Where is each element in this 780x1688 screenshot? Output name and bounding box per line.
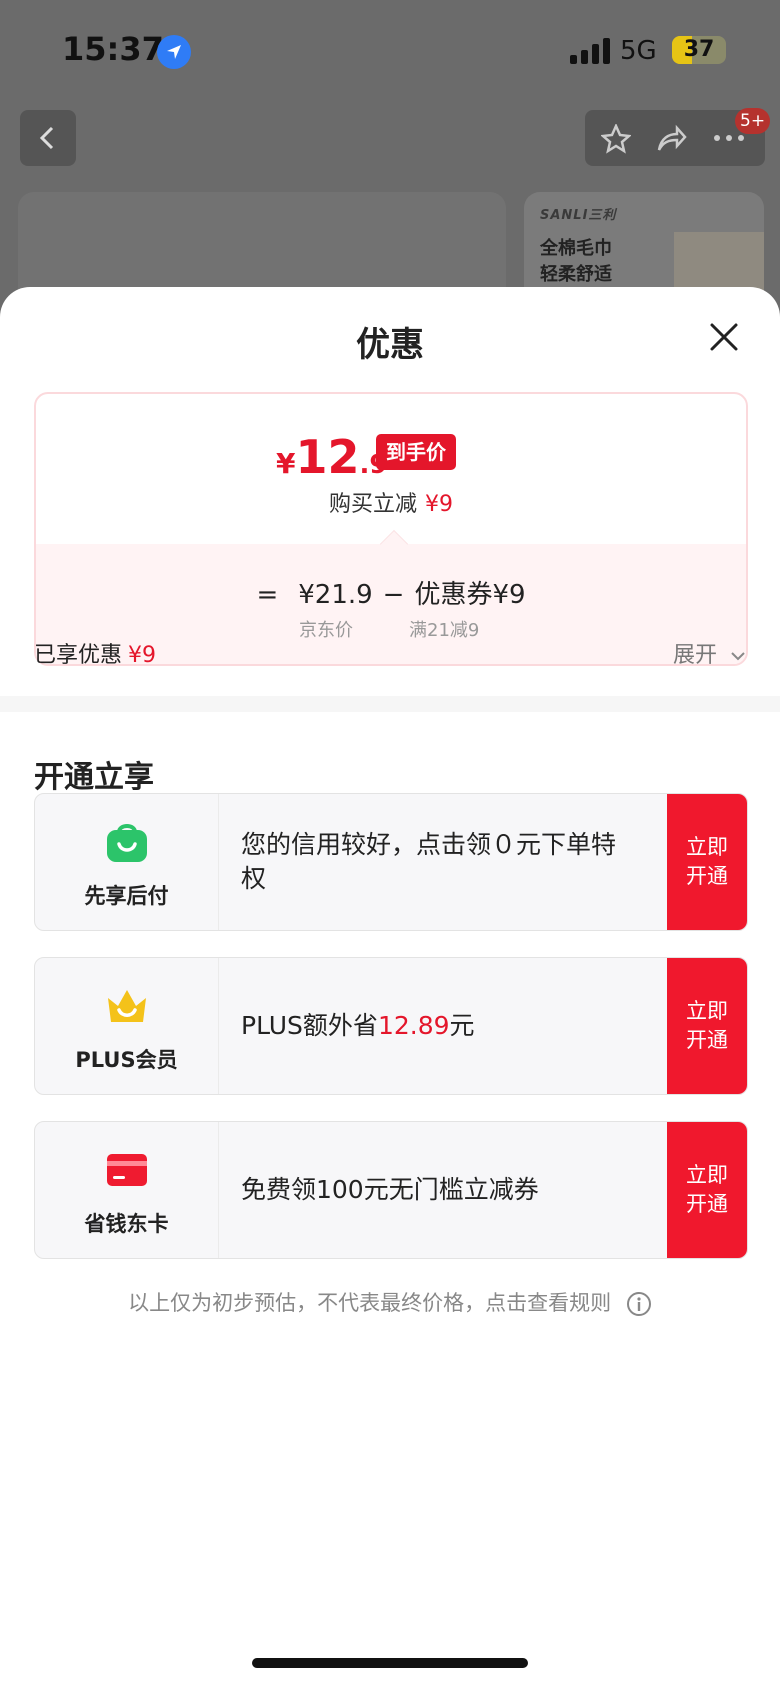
offer-text-unit: 元: [449, 1011, 475, 1040]
enjoyed-discount-row: 已享优惠 ¥9 展开: [34, 637, 746, 677]
currency-symbol: ¥: [276, 447, 296, 480]
final-price: ¥12.9: [276, 430, 387, 484]
reduction-label: 购买立减: [328, 492, 417, 517]
more-icon[interactable]: [713, 134, 745, 142]
final-price-tag: 到手价: [376, 434, 456, 470]
star-icon[interactable]: [601, 124, 631, 154]
enjoyed-discount: 已享优惠 ¥9: [34, 637, 156, 669]
product-tagline-2: 轻柔舒适: [540, 264, 612, 285]
chevron-left-icon: [39, 126, 54, 150]
brand-logo: SANLI三利: [540, 208, 617, 223]
expand-label: 展开: [672, 643, 717, 668]
enjoyed-amount: ¥9: [128, 643, 157, 668]
message-count-badge: 5+: [735, 108, 771, 134]
battery-icon: 37: [672, 36, 726, 64]
offer-name: 省钱东卡: [84, 1212, 169, 1236]
offer-card-saver[interactable]: 省钱东卡 免费领100元无门槛立减券 立即 开通: [34, 1121, 748, 1259]
status-time: 15:37: [62, 30, 164, 68]
battery-level: 37: [683, 37, 715, 62]
price-breakdown-card: ¥12.9 到手价 购买立减 ¥9 = ¥21.9− 优惠券¥9 京东价 满21减9: [34, 392, 748, 666]
reduction-amount: ¥9: [425, 492, 453, 517]
location-arrow-icon: [157, 35, 191, 69]
status-bar: 15:37 5G 37: [0, 0, 780, 100]
offer-text: 免费领100元无门槛立减券: [241, 1175, 539, 1204]
offer-description: 免费领100元无门槛立减券: [241, 1122, 631, 1258]
activate-button[interactable]: 立即 开通: [667, 958, 747, 1094]
offer-text: PLUS额外省: [241, 1011, 378, 1040]
offer-text: 您的信用较好，点击领０元下单特权: [241, 830, 617, 893]
crown-icon: [108, 990, 146, 1022]
offer-description: PLUS额外省12.89元: [241, 958, 631, 1094]
price-formula: = ¥21.9− 优惠券¥9: [36, 574, 746, 611]
offer-brand: 先享后付: [35, 794, 219, 930]
back-button[interactable]: [20, 110, 76, 166]
offer-card-pay-later[interactable]: 先享后付 您的信用较好，点击领０元下单特权 立即 开通: [34, 793, 748, 931]
offer-brand: 省钱东卡: [35, 1122, 219, 1258]
equals-sign: =: [256, 580, 279, 610]
chevron-down-icon: [731, 652, 745, 661]
instant-reduction: 购买立减 ¥9: [36, 486, 746, 518]
signal-icon: [570, 38, 612, 64]
jd-price: ¥21.9: [298, 580, 373, 610]
activate-button[interactable]: 立即 开通: [667, 794, 747, 930]
offer-card-plus[interactable]: PLUS会员 PLUS额外省12.89元 立即 开通: [34, 957, 748, 1095]
share-icon[interactable]: [655, 124, 687, 154]
enjoyed-label: 已享优惠: [34, 643, 123, 668]
section-title: 开通立享: [34, 760, 154, 795]
discount-sheet: 优惠 ¥12.9 到手价 购买立减 ¥9 = ¥21.9− 优惠券¥9 京东价 满21…: [0, 287, 780, 1688]
saving-amount: 12.89: [377, 1011, 450, 1040]
disclaimer-text: 以上仅为初步预估，不代表最终价格，点击查看规则: [128, 1291, 612, 1315]
product-tagline: 全棉毛巾: [540, 238, 612, 259]
section-divider: [0, 696, 780, 712]
network-type: 5G: [620, 36, 657, 66]
home-indicator: [252, 1658, 528, 1668]
card-icon: [107, 1154, 147, 1186]
offer-name: 先享后付: [84, 884, 169, 908]
offer-description: 您的信用较好，点击领０元下单特权: [241, 794, 631, 930]
offer-name: PLUS会员: [75, 1048, 178, 1072]
offer-brand: PLUS会员: [35, 958, 219, 1094]
expand-button[interactable]: 展开: [673, 637, 746, 669]
sheet-title: 优惠: [356, 325, 424, 365]
price-integer: 12: [295, 430, 360, 484]
info-icon: [626, 1292, 651, 1316]
shopping-bag-icon: [107, 824, 147, 862]
activate-button[interactable]: 立即 开通: [667, 1122, 747, 1258]
coupon-amount: 优惠券¥9: [414, 580, 526, 610]
disclaimer-link[interactable]: 以上仅为初步预估，不代表最终价格，点击查看规则: [0, 1287, 780, 1317]
minus-sign: −: [382, 580, 405, 610]
close-icon[interactable]: [706, 319, 742, 355]
